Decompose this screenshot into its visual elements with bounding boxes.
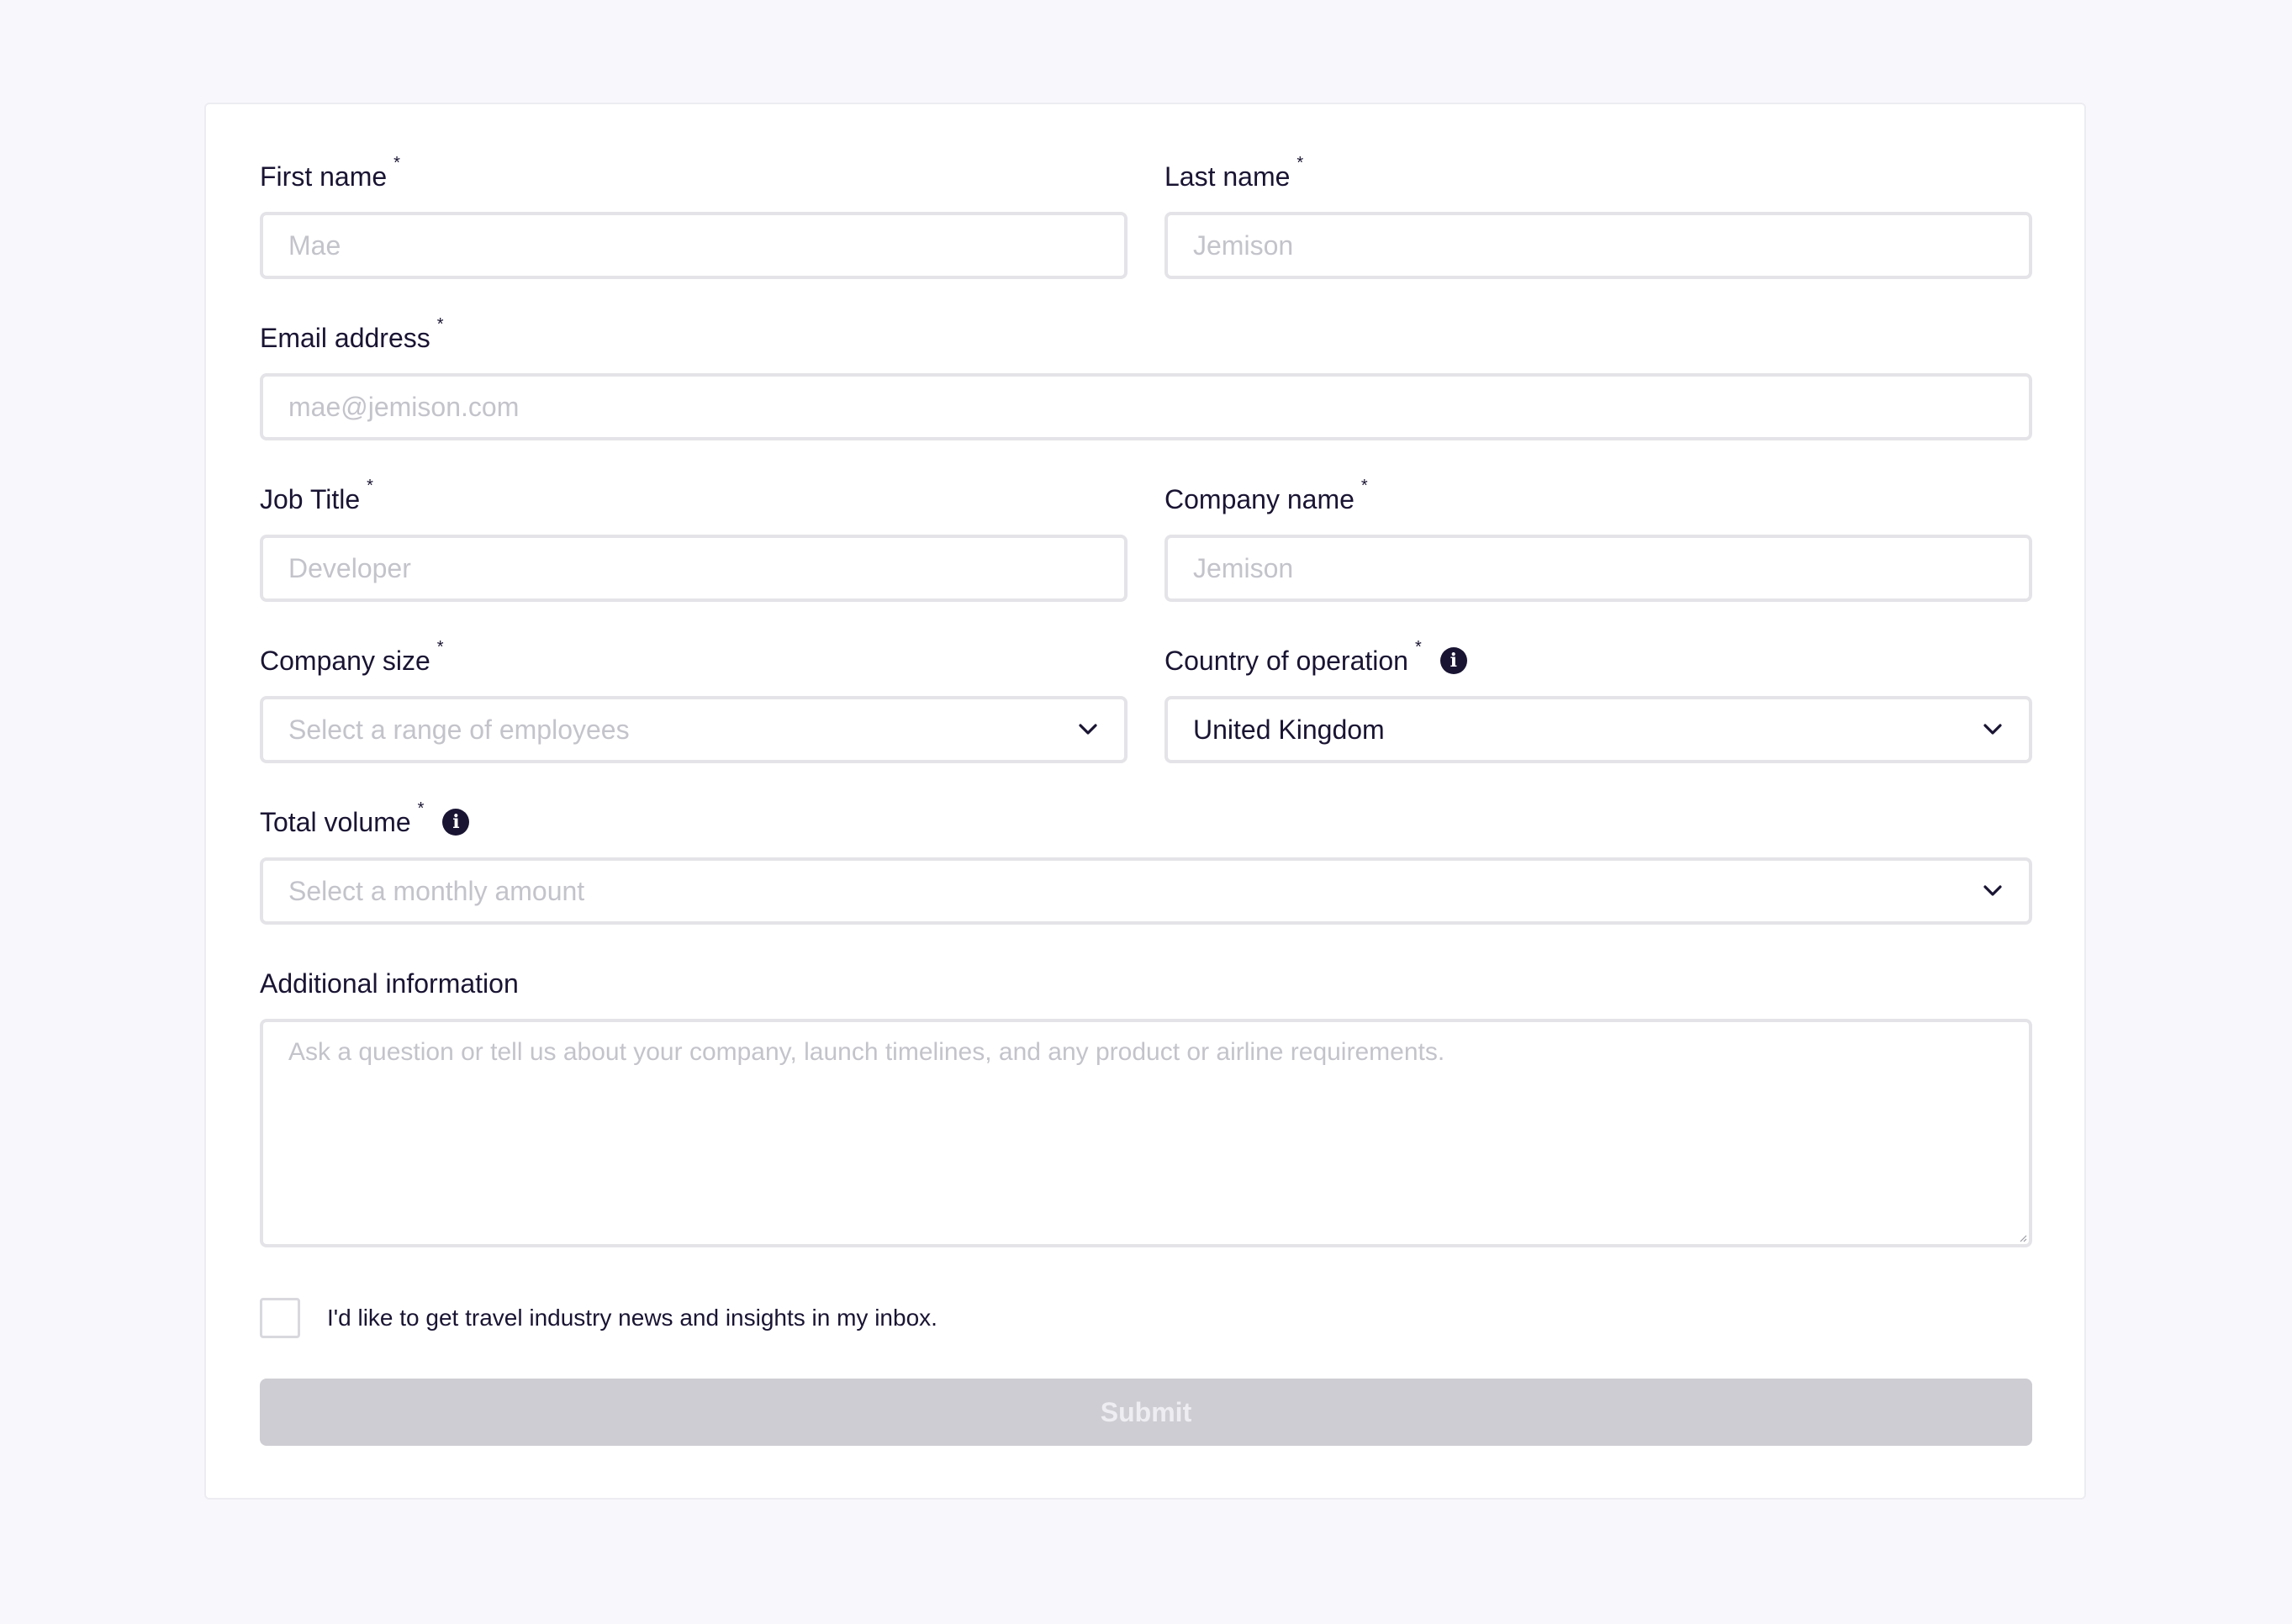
email-input[interactable] bbox=[260, 373, 2032, 440]
required-marker: * bbox=[393, 154, 400, 172]
chevron-down-icon bbox=[1077, 719, 1099, 741]
country-label: Country of operation * i bbox=[1164, 639, 1467, 678]
total-volume-label: Total volume * i bbox=[260, 800, 470, 839]
last-name-input[interactable] bbox=[1164, 212, 2032, 279]
required-marker: * bbox=[436, 315, 444, 334]
country-selected-value: United Kingdom bbox=[1193, 714, 1385, 745]
job-title-label: Job Title * bbox=[260, 477, 373, 516]
chevron-down-icon bbox=[1982, 719, 2004, 741]
required-marker: * bbox=[1297, 154, 1304, 172]
company-size-select[interactable]: Select a range of employees bbox=[260, 696, 1128, 763]
first-name-input[interactable] bbox=[260, 212, 1128, 279]
country-label-text: Country of operation bbox=[1164, 646, 1408, 676]
contact-form-card: First name * Last name * Email address *… bbox=[204, 103, 2086, 1500]
company-size-label-text: Company size bbox=[260, 646, 430, 676]
total-volume-placeholder: Select a monthly amount bbox=[288, 875, 585, 906]
first-name-label: First name * bbox=[260, 155, 400, 193]
country-select[interactable]: United Kingdom bbox=[1164, 696, 2032, 763]
required-marker: * bbox=[436, 638, 444, 656]
chevron-down-icon bbox=[1982, 880, 2004, 902]
additional-info-label-text: Additional information bbox=[260, 968, 519, 999]
submit-button[interactable]: Submit bbox=[260, 1379, 2032, 1446]
required-marker: * bbox=[1360, 477, 1368, 495]
company-name-label-text: Company name bbox=[1164, 484, 1355, 514]
required-marker: * bbox=[367, 477, 373, 495]
resize-grip-icon[interactable] bbox=[2019, 1234, 2027, 1242]
total-volume-select[interactable]: Select a monthly amount bbox=[260, 857, 2032, 925]
newsletter-row: I'd like to get travel industry news and… bbox=[260, 1298, 937, 1338]
info-icon[interactable]: i bbox=[1439, 647, 1467, 674]
additional-info-label: Additional information bbox=[260, 967, 519, 1000]
newsletter-label[interactable]: I'd like to get travel industry news and… bbox=[327, 1305, 937, 1331]
newsletter-checkbox[interactable] bbox=[260, 1298, 300, 1338]
total-volume-label-text: Total volume bbox=[260, 807, 411, 837]
last-name-label-text: Last name bbox=[1164, 161, 1291, 192]
company-size-placeholder: Select a range of employees bbox=[288, 714, 630, 745]
required-marker: * bbox=[417, 799, 425, 818]
email-label: Email address * bbox=[260, 316, 444, 355]
email-label-text: Email address bbox=[260, 323, 430, 353]
info-icon[interactable]: i bbox=[442, 809, 470, 836]
required-marker: * bbox=[1414, 638, 1422, 656]
company-size-label: Company size * bbox=[260, 639, 444, 678]
additional-info-textarea[interactable] bbox=[260, 1019, 2032, 1247]
job-title-input[interactable] bbox=[260, 535, 1128, 602]
company-name-input[interactable] bbox=[1164, 535, 2032, 602]
company-name-label: Company name * bbox=[1164, 477, 1368, 516]
first-name-label-text: First name bbox=[260, 161, 388, 192]
last-name-label: Last name * bbox=[1164, 155, 1303, 193]
job-title-label-text: Job Title bbox=[260, 484, 361, 514]
